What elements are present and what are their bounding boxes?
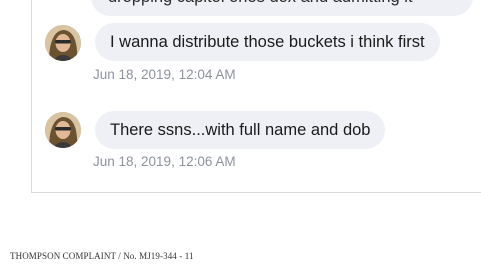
avatar-image — [45, 25, 81, 61]
avatar — [45, 25, 81, 61]
document-footer: THOMPSON COMPLAINT / No. MJ19-344 - 11 — [10, 251, 194, 261]
message-bubble-partial: dropping capitol ones dox and admitting … — [91, 0, 473, 16]
message-bubble: I wanna distribute those buckets i think… — [95, 23, 440, 61]
avatar-image — [45, 112, 81, 148]
chat-panel: dropping capitol ones dox and admitting … — [0, 0, 481, 200]
message-timestamp: Jun 18, 2019, 12:06 AM — [93, 154, 236, 169]
avatar — [45, 112, 81, 148]
panel-border-left — [31, 0, 32, 193]
message-bubble: There ssns...with full name and dob — [95, 111, 386, 149]
panel-border-bottom — [31, 192, 481, 193]
message-timestamp: Jun 18, 2019, 12:04 AM — [93, 67, 236, 82]
